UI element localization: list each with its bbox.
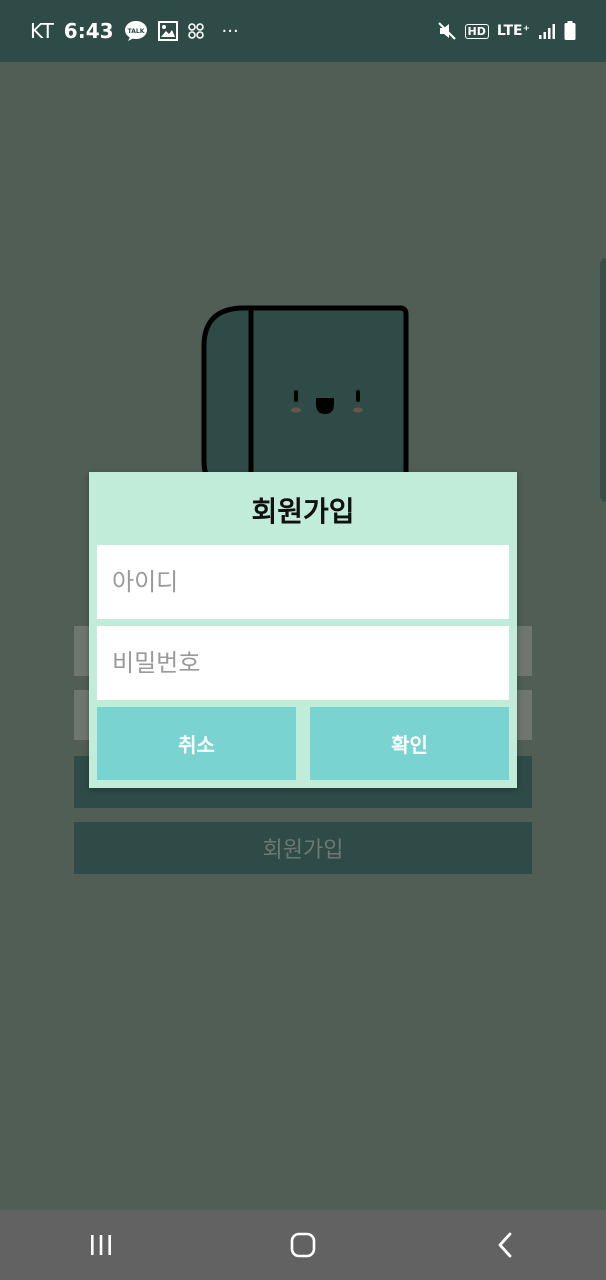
id-input[interactable]: [97, 545, 509, 619]
status-left: KT 6:43 TALK ···: [30, 19, 239, 43]
bg-signup-label: 회원가입: [262, 838, 344, 863]
time-label: 6:43: [63, 19, 114, 43]
dialog-title: 회원가입: [251, 495, 355, 528]
battery-icon: [564, 21, 576, 41]
edge-panel-handle[interactable]: [600, 258, 606, 502]
talk-icon: TALK: [124, 20, 148, 42]
recents-icon[interactable]: [71, 1215, 131, 1275]
password-input[interactable]: [97, 626, 509, 700]
talk-badge-text: TALK: [127, 28, 144, 35]
back-icon[interactable]: [475, 1215, 535, 1275]
navigation-bar: [0, 1210, 606, 1280]
confirm-button[interactable]: 확인: [310, 707, 509, 780]
qr-icon: [187, 23, 204, 39]
signup-dialog: 회원가입 취소 확인: [89, 472, 517, 788]
hd-icon: HD: [464, 23, 489, 39]
signal-icon: [538, 22, 556, 40]
carrier-label: KT: [30, 19, 54, 43]
status-right: HD LTE⁺: [437, 21, 576, 41]
mute-icon: [437, 21, 457, 41]
gallery-icon: [157, 21, 178, 41]
cancel-button[interactable]: 취소: [97, 707, 296, 780]
bg-signup-button: 회원가입: [74, 822, 532, 874]
status-bar: KT 6:43 TALK ··· HD LTE⁺: [0, 0, 606, 62]
network-label: LTE⁺: [496, 23, 530, 39]
home-icon[interactable]: [273, 1215, 333, 1275]
more-icon: ···: [221, 20, 239, 42]
